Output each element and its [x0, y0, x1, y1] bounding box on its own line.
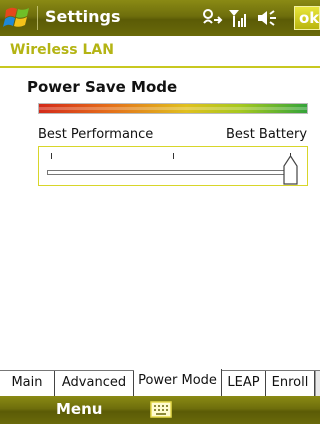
menu-bar: Menu — [0, 396, 320, 424]
section-title: Wireless LAN — [10, 42, 114, 58]
tab-main[interactable]: Main — [0, 371, 55, 397]
tab-strip: Main Advanced Power Mode LEAP Enroll — [0, 369, 320, 397]
power-gradient-bar — [38, 103, 308, 114]
tab-advanced[interactable]: Advanced — [55, 371, 134, 397]
power-mode-slider[interactable] — [38, 146, 308, 186]
tab-enroll[interactable]: Enroll — [266, 371, 315, 397]
best-battery-label: Best Battery — [226, 127, 308, 142]
power-save-mode-heading: Power Save Mode — [27, 78, 178, 96]
connectivity-icon[interactable] — [201, 8, 223, 28]
ok-button[interactable]: ok — [294, 6, 320, 30]
slider-tick — [173, 153, 174, 159]
slider-thumb[interactable] — [283, 155, 298, 185]
tab-overflow-edge — [315, 371, 320, 397]
windows-start-icon[interactable] — [2, 2, 34, 34]
menu-button[interactable]: Menu — [56, 400, 102, 418]
best-performance-label: Best Performance — [38, 127, 154, 142]
signal-strength-icon[interactable] — [228, 8, 248, 28]
title-separator — [37, 6, 38, 30]
page-title: Settings — [45, 7, 121, 26]
keyboard-icon[interactable] — [150, 401, 172, 418]
title-bar: Settings ok — [0, 0, 320, 36]
tab-power-mode[interactable]: Power Mode — [134, 369, 222, 397]
tab-leap[interactable]: LEAP — [222, 371, 266, 397]
slider-track[interactable] — [47, 170, 297, 175]
section-header: Wireless LAN — [0, 36, 320, 68]
speaker-icon[interactable] — [256, 8, 282, 28]
slider-tick — [51, 153, 52, 159]
